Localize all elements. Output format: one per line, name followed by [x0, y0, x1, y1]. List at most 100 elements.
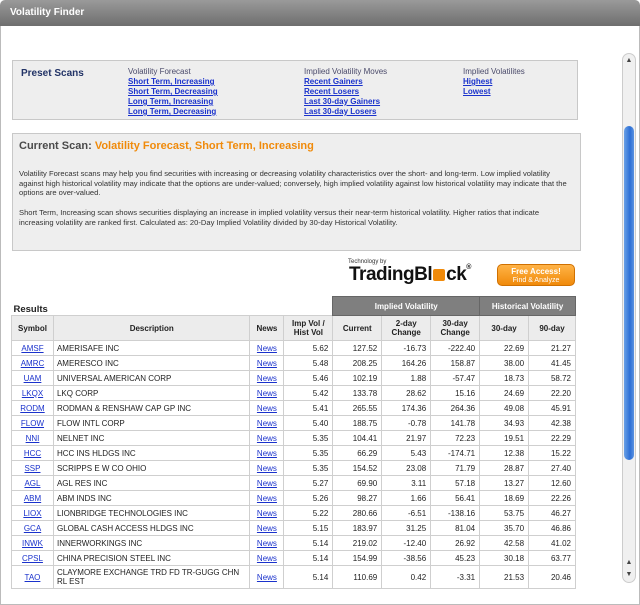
symbol-link[interactable]: TAO — [25, 573, 41, 582]
two-day-change-cell: 164.26 — [381, 355, 432, 371]
scroll-up-icon[interactable]: ▲ — [623, 55, 635, 67]
symbol-link[interactable]: AMRC — [21, 359, 45, 368]
news-link[interactable]: News — [257, 509, 277, 518]
symbol-cell: HCC — [11, 445, 54, 461]
vertical-scrollbar[interactable]: ▲ ▲ ▼ — [622, 53, 636, 583]
symbol-link[interactable]: RODM — [20, 404, 44, 413]
hv-90-day-header[interactable]: 90-day — [528, 315, 576, 341]
news-link[interactable]: News — [257, 344, 277, 353]
recent-gainers-link[interactable]: Recent Gainers — [304, 77, 387, 87]
table-row: AGL AGL RES INC News 5.27 69.90 3.11 57.18 13.2… — [11, 475, 576, 491]
two-day-change-header[interactable]: 2-day Change — [381, 315, 432, 341]
news-link[interactable]: News — [257, 573, 277, 582]
news-cell: News — [249, 370, 285, 386]
last-30-day-losers-link[interactable]: Last 30-day Losers — [304, 107, 387, 117]
scroll-down-icon[interactable]: ▼ — [623, 569, 635, 581]
tradingblock-logo-text-a: TradingBl — [349, 264, 433, 285]
symbol-link[interactable]: LIOX — [23, 509, 41, 518]
news-link[interactable]: News — [257, 434, 277, 443]
find-analyze-label: Find & Analyze — [512, 277, 560, 284]
scan-description-paragraph: Volatility Forecast scans may help you f… — [19, 169, 567, 198]
current-iv-cell: 133.78 — [332, 385, 383, 401]
symbol-cell: ABM — [11, 490, 54, 506]
news-link[interactable]: News — [257, 419, 277, 428]
thirty-day-change-header[interactable]: 30-day Change — [430, 315, 481, 341]
hv-90-day-cell: 46.86 — [528, 520, 576, 536]
free-access-button[interactable]: Free Access! Find & Analyze — [497, 264, 575, 286]
news-link[interactable]: News — [257, 554, 277, 563]
tradingblock-logo[interactable]: TradingBl ck® — [349, 264, 471, 286]
symbol-cell: GCA — [11, 520, 54, 536]
description-cell: HCC INS HLDGS INC — [52, 445, 251, 461]
symbol-link[interactable]: UAM — [24, 374, 42, 383]
long-term-increasing-link[interactable]: Long Term, Increasing — [128, 97, 218, 107]
news-cell: News — [249, 505, 285, 521]
symbol-cell: INWK — [11, 535, 54, 551]
news-link[interactable]: News — [257, 479, 277, 488]
lowest-link[interactable]: Lowest — [463, 87, 525, 97]
ratio-cell: 5.22 — [283, 505, 334, 521]
news-link[interactable]: News — [257, 359, 277, 368]
current-iv-cell: 104.41 — [332, 430, 383, 446]
symbol-link[interactable]: LKQX — [22, 389, 43, 398]
table-row: INWK INNERWORKINGS INC News 5.14 219.02 -12.4… — [11, 535, 576, 551]
symbol-link[interactable]: AMSF — [21, 344, 43, 353]
highest-link[interactable]: Highest — [463, 77, 525, 87]
current-iv-cell: 154.52 — [332, 460, 383, 476]
symbol-link[interactable]: AGL — [24, 479, 40, 488]
symbol-link[interactable]: FLOW — [21, 419, 44, 428]
description-cell: UNIVERSAL AMERICAN CORP — [52, 370, 251, 386]
short-term-increasing-link[interactable]: Short Term, Increasing — [128, 77, 218, 87]
ratio-cell: 5.46 — [283, 370, 334, 386]
current-iv-header[interactable]: Current — [332, 315, 383, 341]
news-cell: News — [249, 415, 285, 431]
ratio-cell: 5.27 — [283, 475, 334, 491]
hv-30-day-cell: 19.51 — [479, 430, 530, 446]
symbol-link[interactable]: GCA — [24, 524, 41, 533]
news-link[interactable]: News — [257, 404, 277, 413]
symbol-link[interactable]: SSP — [24, 464, 40, 473]
news-link[interactable]: News — [257, 374, 277, 383]
current-scan-label: Current Scan: — [19, 140, 92, 152]
description-cell: LIONBRIDGE TECHNOLOGIES INC — [52, 505, 251, 521]
symbol-header[interactable]: Symbol — [11, 315, 54, 341]
ratio-header[interactable]: Imp Vol / Hist Vol — [283, 315, 334, 341]
scroll-up-icon[interactable]: ▲ — [623, 557, 635, 569]
hv-30-day-cell: 22.69 — [479, 340, 530, 356]
hv-30-day-cell: 30.18 — [479, 550, 530, 566]
current-iv-cell: 154.99 — [332, 550, 383, 566]
symbol-link[interactable]: INWK — [22, 539, 43, 548]
symbol-cell: UAM — [11, 370, 54, 386]
symbol-link[interactable]: CPSL — [22, 554, 43, 563]
description-cell: AMERESCO INC — [52, 355, 251, 371]
hv-90-day-cell: 41.45 — [528, 355, 576, 371]
hv-90-day-cell: 27.40 — [528, 460, 576, 476]
description-cell: ABM INDS INC — [52, 490, 251, 506]
news-cell: News — [249, 490, 285, 506]
recent-losers-link[interactable]: Recent Losers — [304, 87, 387, 97]
symbol-link[interactable]: HCC — [24, 449, 41, 458]
scroll-thumb[interactable] — [624, 126, 634, 460]
news-link[interactable]: News — [257, 389, 277, 398]
news-link[interactable]: News — [257, 539, 277, 548]
symbol-link[interactable]: NNI — [26, 434, 40, 443]
description-header[interactable]: Description — [52, 315, 251, 341]
ratio-header-line1: Imp Vol / — [291, 319, 325, 328]
news-link[interactable]: News — [257, 494, 277, 503]
description-cell: FLOW INTL CORP — [52, 415, 251, 431]
short-term-decreasing-link[interactable]: Short Term, Decreasing — [128, 87, 218, 97]
long-term-decreasing-link[interactable]: Long Term, Decreasing — [128, 107, 218, 117]
hv-90-day-cell: 42.38 — [528, 415, 576, 431]
two-day-line1: 2-day — [395, 319, 417, 328]
implied-volatility-moves-column: Implied Volatility Moves Recent Gainers … — [304, 67, 387, 117]
thirty-day-change-cell: 15.16 — [430, 385, 481, 401]
news-link[interactable]: News — [257, 449, 277, 458]
description-cell: CHINA PRECISION STEEL INC — [52, 550, 251, 566]
two-day-change-cell: 174.36 — [381, 400, 432, 416]
news-link[interactable]: News — [257, 464, 277, 473]
symbol-link[interactable]: ABM — [24, 494, 41, 503]
news-link[interactable]: News — [257, 524, 277, 533]
last-30-day-gainers-link[interactable]: Last 30-day Gainers — [304, 97, 387, 107]
hv-30-day-header[interactable]: 30-day — [479, 315, 530, 341]
ratio-cell: 5.48 — [283, 355, 334, 371]
